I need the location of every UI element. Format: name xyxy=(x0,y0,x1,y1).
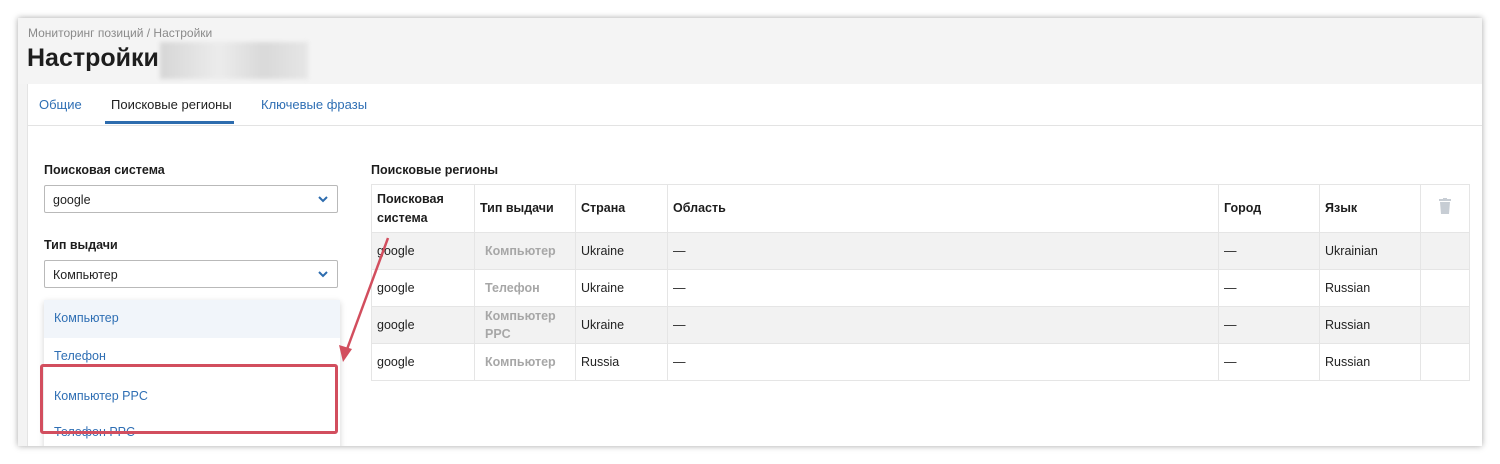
cell-type: Компьютер PPC xyxy=(474,306,576,344)
dropdown-option-label: Телефон xyxy=(54,349,106,363)
cell-region: — xyxy=(667,306,1219,344)
table-header-row: Поисковая система Тип выдачи Страна Обла… xyxy=(371,184,1470,233)
table-row: google Телефон Ukraine — — Russian xyxy=(371,269,1470,307)
breadcrumb[interactable]: Мониторинг позиций / Настройки xyxy=(28,26,212,40)
cell-engine: google xyxy=(371,343,475,381)
cell-language: Russian xyxy=(1319,343,1421,381)
dropdown-option-label: Компьютер xyxy=(54,311,119,325)
cell-actions xyxy=(1420,269,1470,307)
cell-region: — xyxy=(667,269,1219,307)
cell-type: Компьютер xyxy=(474,232,576,270)
column-header-engine: Поисковая система xyxy=(371,184,475,233)
cell-country: Russia xyxy=(575,343,668,381)
cell-actions xyxy=(1420,343,1470,381)
output-type-select[interactable]: Компьютер xyxy=(44,260,338,288)
cell-actions xyxy=(1420,232,1470,270)
cell-type: Телефон xyxy=(474,269,576,307)
cell-city: — xyxy=(1218,232,1320,270)
search-engine-label: Поисковая система xyxy=(44,163,165,177)
cell-country: Ukraine xyxy=(575,269,668,307)
page-title: Настройки xyxy=(27,44,159,72)
search-regions-table: Поисковая система Тип выдачи Страна Обла… xyxy=(371,184,1470,381)
cell-type: Компьютер xyxy=(474,343,576,381)
tab-bar: Общие Поисковые регионы Ключевые фразы xyxy=(28,84,1482,126)
column-header-city: Город xyxy=(1218,184,1320,233)
column-header-country: Страна xyxy=(575,184,668,233)
delete-all-cell xyxy=(1420,184,1470,233)
cell-language: Russian xyxy=(1319,269,1421,307)
cell-region: — xyxy=(667,232,1219,270)
page-header: Мониторинг позиций / Настройки Настройки xyxy=(18,18,1482,84)
highlight-annotation-box xyxy=(40,364,338,434)
search-engine-value: google xyxy=(53,193,91,207)
chevron-down-icon xyxy=(318,271,328,278)
cell-actions xyxy=(1420,306,1470,344)
table-row: google Компьютер Ukraine — — Ukrainian xyxy=(371,232,1470,270)
column-header-type: Тип выдачи xyxy=(474,184,576,233)
table-row: google Компьютер PPC Ukraine — — Russian xyxy=(371,306,1470,344)
tab-general[interactable]: Общие xyxy=(39,97,82,112)
search-regions-title: Поисковые регионы xyxy=(371,163,499,177)
chevron-down-icon xyxy=(318,196,328,203)
column-header-region: Область xyxy=(667,184,1219,233)
cell-language: Ukrainian xyxy=(1319,232,1421,270)
redacted-project-name xyxy=(160,42,308,79)
cell-country: Ukraine xyxy=(575,306,668,344)
cell-engine: google xyxy=(371,269,475,307)
cell-city: — xyxy=(1218,306,1320,344)
cell-city: — xyxy=(1218,269,1320,307)
cell-country: Ukraine xyxy=(575,232,668,270)
cell-language: Russian xyxy=(1319,306,1421,344)
column-header-language: Язык xyxy=(1319,184,1421,233)
dropdown-option-computer[interactable]: Компьютер xyxy=(44,300,340,338)
cell-engine: google xyxy=(371,232,475,270)
cell-city: — xyxy=(1218,343,1320,381)
tab-key-phrases[interactable]: Ключевые фразы xyxy=(261,97,367,112)
tab-search-regions[interactable]: Поисковые регионы xyxy=(111,97,232,112)
active-tab-indicator xyxy=(105,121,234,124)
output-type-label: Тип выдачи xyxy=(44,238,118,252)
cell-engine: google xyxy=(371,306,475,344)
trash-icon[interactable] xyxy=(1439,197,1451,214)
table-row: google Компьютер Russia — — Russian xyxy=(371,343,1470,381)
search-engine-select[interactable]: google xyxy=(44,185,338,213)
cell-region: — xyxy=(667,343,1219,381)
output-type-value: Компьютер xyxy=(53,268,118,282)
